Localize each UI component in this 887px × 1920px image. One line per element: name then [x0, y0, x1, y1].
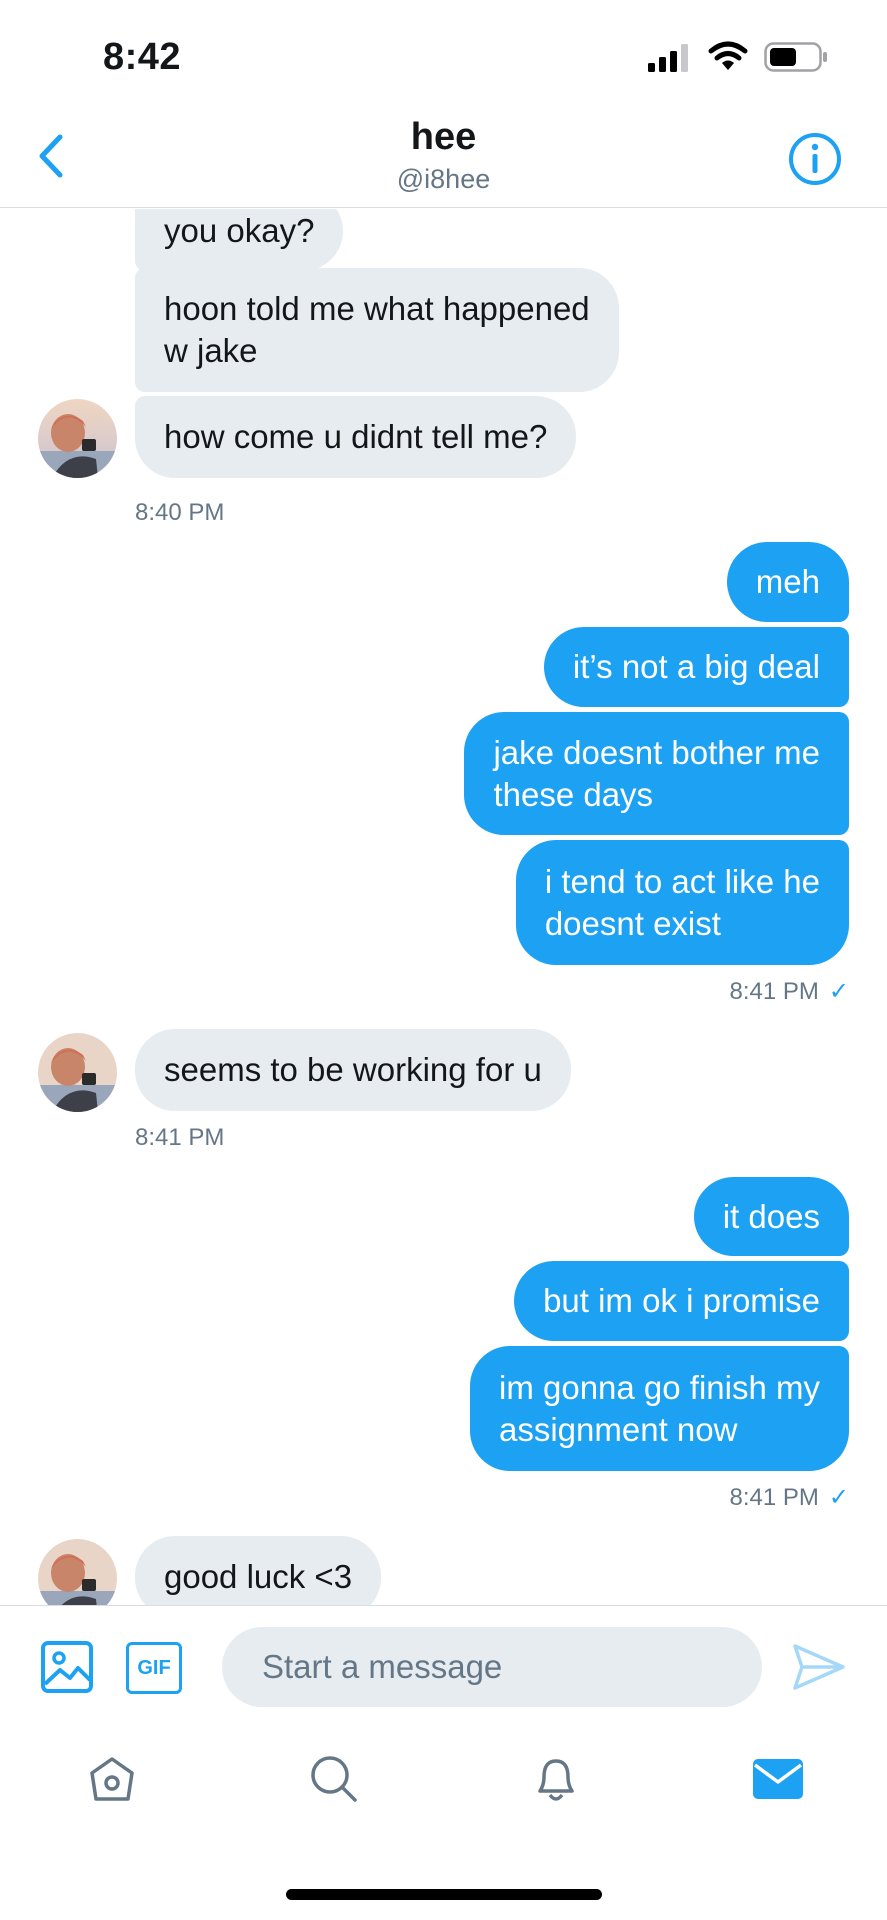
- message-thread[interactable]: you okay? hoon told me what happened w j…: [0, 209, 887, 1605]
- cellular-signal-icon: [648, 44, 688, 72]
- tab-home[interactable]: [82, 1749, 142, 1809]
- add-photo-button[interactable]: [40, 1640, 94, 1694]
- outgoing-message[interactable]: but im ok i promise: [514, 1261, 849, 1341]
- contact-handle[interactable]: @i8hee: [0, 164, 887, 195]
- outgoing-message[interactable]: meh: [726, 542, 849, 622]
- battery-icon: [764, 42, 827, 72]
- outgoing-message[interactable]: im gonna go finish my assignment now: [470, 1346, 849, 1471]
- message-timestamp: 8:41 PM ✓: [730, 1483, 850, 1512]
- contact-name[interactable]: hee: [0, 116, 887, 159]
- tab-notifications[interactable]: [526, 1749, 586, 1809]
- send-button[interactable]: [792, 1642, 846, 1694]
- tab-bar: [0, 1729, 887, 1839]
- tab-messages[interactable]: [748, 1749, 808, 1809]
- search-icon: [311, 1756, 357, 1802]
- image-icon: [41, 1641, 93, 1693]
- outgoing-message[interactable]: it’s not a big deal: [543, 627, 849, 707]
- contact-avatar[interactable]: [38, 399, 117, 478]
- send-icon: [793, 1644, 845, 1690]
- info-button[interactable]: [788, 132, 842, 186]
- outgoing-message[interactable]: it does: [693, 1177, 849, 1256]
- gif-button[interactable]: GIF: [126, 1642, 182, 1694]
- bell-icon: [538, 1759, 574, 1801]
- message-timestamp: 8:40 PM: [135, 499, 225, 526]
- contact-avatar[interactable]: [38, 1539, 117, 1605]
- incoming-message[interactable]: seems to be working for u: [135, 1029, 571, 1111]
- read-check-icon: ✓: [828, 978, 849, 1005]
- home-icon: [90, 1757, 134, 1801]
- message-timestamp: 8:41 PM ✓: [730, 977, 850, 1006]
- mail-icon: [753, 1759, 803, 1799]
- incoming-message[interactable]: how come u didnt tell me?: [135, 396, 577, 478]
- incoming-message[interactable]: hoon told me what happened w jake: [135, 268, 619, 392]
- info-icon: [789, 133, 841, 185]
- message-composer: GIF: [0, 1605, 887, 1729]
- message-input[interactable]: [222, 1627, 762, 1707]
- wifi-icon: [708, 41, 748, 70]
- status-time: 8:42: [103, 36, 182, 78]
- incoming-message[interactable]: good luck <3: [135, 1536, 382, 1605]
- read-check-icon: ✓: [828, 1484, 849, 1511]
- home-indicator: [286, 1889, 602, 1900]
- contact-avatar[interactable]: [38, 1033, 117, 1112]
- tab-search[interactable]: [304, 1749, 364, 1809]
- timestamp-text: 8:41 PM: [729, 977, 819, 1005]
- outgoing-message[interactable]: i tend to act like he doesnt exist: [515, 840, 849, 965]
- status-bar: 8:42: [0, 0, 887, 110]
- conversation-header: hee @i8hee: [0, 110, 887, 208]
- outgoing-message[interactable]: jake doesnt bother me these days: [464, 712, 849, 835]
- message-timestamp: 8:41 PM: [135, 1124, 225, 1151]
- timestamp-text: 8:41 PM: [729, 1483, 819, 1511]
- incoming-message[interactable]: you okay?: [135, 209, 344, 271]
